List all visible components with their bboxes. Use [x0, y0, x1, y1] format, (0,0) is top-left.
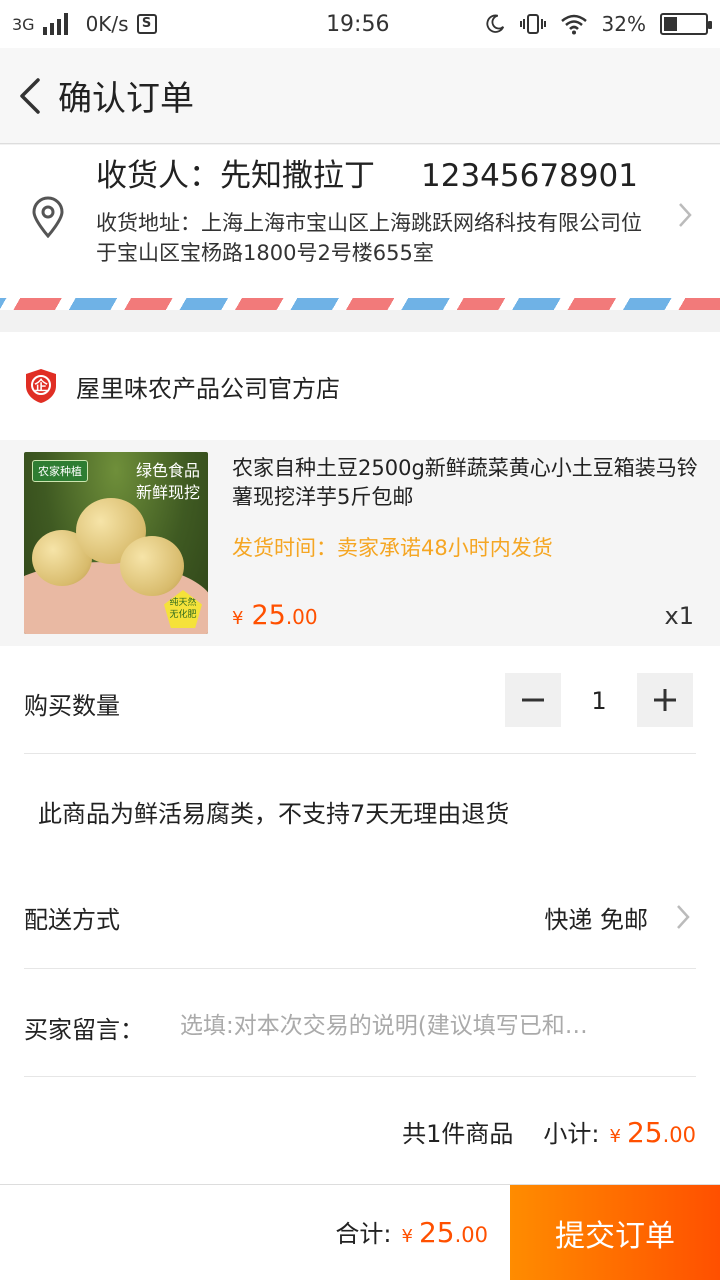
vibrate-icon — [519, 14, 546, 34]
message-label: 买家留言： — [24, 1016, 144, 1044]
product-image: 农家种植 绿色食品 新鲜现挖 纯天然 无化肥 — [24, 452, 208, 634]
clock: 19:56 — [326, 11, 390, 37]
status-right: 32% — [484, 12, 712, 36]
decrease-button[interactable] — [505, 673, 561, 727]
status-bar: 3G 0K/s S 19:56 32% — [0, 0, 720, 48]
airmail-stripe — [0, 298, 720, 310]
price-decimal: .00 — [285, 605, 318, 629]
subtotal-decimal: .00 — [662, 1123, 696, 1147]
wifi-icon — [560, 14, 587, 35]
order-summary: 共1件商品 小计: ¥25.00 — [402, 1114, 696, 1149]
shipping-address: 收货地址：上海上海市宝山区上海跳跃网络科技有限公司位于宝山区宝杨路1800号2号… — [96, 211, 642, 265]
product-price: ¥25.00 — [232, 600, 318, 631]
divider — [24, 968, 696, 969]
product-title: 农家自种土豆2500g新鲜蔬菜黄心小土豆箱装马铃薯现挖洋芋5斤包邮 — [232, 456, 698, 509]
page-title: 确认订单 — [58, 79, 194, 119]
item-count: 共1件商品 — [402, 1120, 514, 1148]
notification-s-icon: S — [136, 14, 157, 34]
image-slogan: 绿色食品 新鲜现挖 — [136, 460, 200, 504]
submit-order-button[interactable]: 提交订单 — [510, 1185, 720, 1280]
location-pin-icon — [32, 196, 64, 238]
back-button[interactable] — [8, 66, 52, 126]
delivery-value[interactable]: 快递 免邮 — [544, 900, 648, 935]
delivery-label: 配送方式 — [24, 906, 120, 934]
battery-percent: 32% — [601, 12, 646, 36]
battery-fill — [664, 17, 677, 31]
image-slogan-line: 绿色食品 — [135, 461, 200, 480]
order-total: 合计: ¥25.00 — [335, 1214, 488, 1249]
moon-icon — [486, 14, 504, 33]
image-seal-line: 无化肥 — [169, 610, 197, 620]
divider — [24, 753, 696, 754]
ship-time: 发货时间：卖家承诺48小时内发货 — [232, 536, 553, 560]
signal-icon — [42, 13, 68, 35]
receiver-name: 收货人：先知撒拉丁 — [96, 158, 375, 194]
plus-icon — [654, 689, 676, 711]
chevron-right-icon[interactable] — [676, 904, 690, 930]
divider — [24, 1076, 696, 1077]
subtotal-currency: ¥ — [609, 1126, 621, 1147]
product-quantity: x1 — [664, 602, 694, 630]
total-decimal: .00 — [454, 1223, 488, 1247]
subtotal-label: 小计: — [543, 1120, 600, 1148]
price-currency: ¥ — [232, 608, 244, 629]
image-slogan-line: 新鲜现挖 — [135, 483, 200, 502]
receiver-line: 收货人：先知撒拉丁 12345678901 — [96, 150, 638, 195]
total-label: 合计: — [335, 1220, 392, 1248]
buyer-message-input[interactable] — [180, 1006, 680, 1046]
minus-icon — [522, 698, 544, 702]
increase-button[interactable] — [637, 673, 693, 727]
subtotal-integer: 25 — [626, 1116, 663, 1149]
quantity-label: 购买数量 — [24, 692, 120, 720]
total-integer: 25 — [418, 1216, 455, 1249]
chevron-right-icon — [679, 203, 692, 227]
nav-header: 确认订单 — [0, 48, 720, 144]
price-integer: 25 — [251, 600, 286, 631]
total-currency: ¥ — [401, 1226, 413, 1247]
image-tag: 农家种植 — [32, 460, 88, 482]
battery-icon — [660, 13, 712, 35]
potato-graphic — [120, 536, 184, 596]
receiver-phone: 12345678901 — [421, 158, 638, 194]
shop-row[interactable]: 企 屋里味农产品公司官方店 — [0, 332, 720, 440]
network-type: 3G — [12, 14, 35, 34]
quantity-value[interactable]: 1 — [569, 687, 629, 715]
chevron-left-icon — [20, 77, 40, 114]
shop-name: 屋里味农产品公司官方店 — [76, 374, 340, 403]
svg-text:企: 企 — [33, 378, 48, 394]
enterprise-badge-icon: 企 — [26, 369, 56, 403]
network-speed: 0K/s — [85, 12, 129, 36]
return-policy-notice: 此商品为鲜活易腐类，不支持7天无理由退货 — [38, 800, 510, 828]
